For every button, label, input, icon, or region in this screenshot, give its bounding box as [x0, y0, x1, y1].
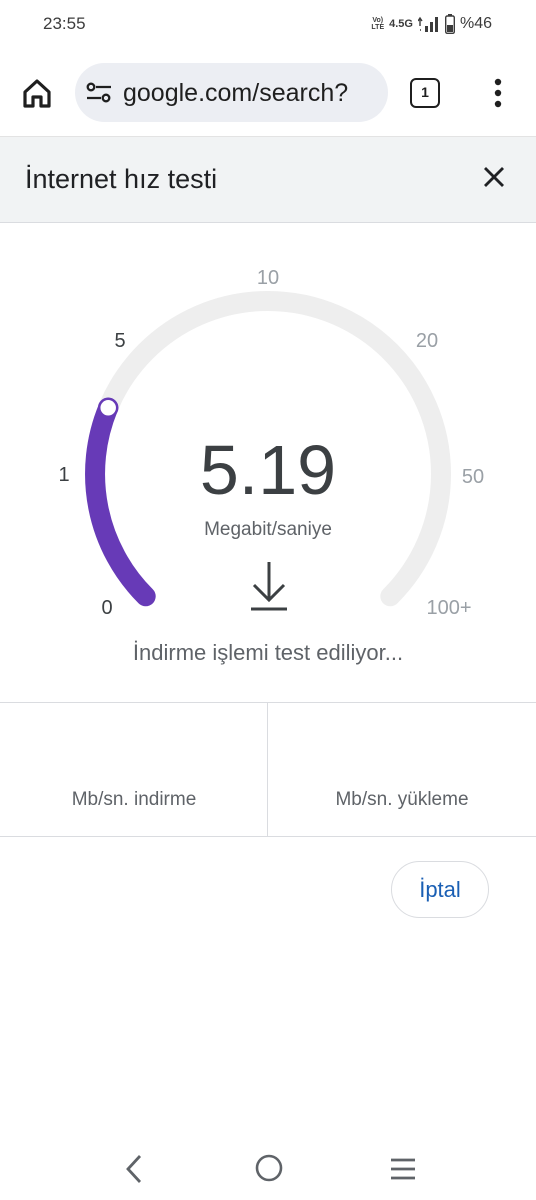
results-panel: Mb/sn. indirme Mb/sn. yükleme	[0, 702, 536, 837]
network-type: 4.5G	[389, 18, 413, 30]
results-divider	[267, 703, 268, 836]
gauge-tick: 5	[114, 330, 125, 352]
recent-apps-icon[interactable]	[387, 1154, 419, 1184]
close-icon[interactable]	[478, 161, 510, 193]
home-icon[interactable]	[20, 76, 54, 110]
tune-icon[interactable]	[86, 81, 112, 105]
status-icons: Vo) LTE 4.5G %46	[371, 14, 492, 34]
battery-icon	[444, 14, 455, 34]
status-bar: 23:55 Vo) LTE 4.5G %46	[0, 0, 536, 50]
url-text[interactable]: google.com/search?	[123, 79, 348, 108]
gauge-knob	[97, 397, 119, 419]
back-icon[interactable]	[122, 1152, 146, 1186]
status-time: 23:55	[43, 14, 86, 33]
speed-test-header: İnternet hız testi	[0, 137, 536, 223]
gauge-tick: 0	[101, 597, 112, 619]
cancel-button[interactable]: İptal	[391, 861, 489, 918]
gauge-tick: 100+	[426, 597, 471, 619]
browser-toolbar: google.com/search? 1	[0, 50, 536, 137]
volte-line1: Vo)	[372, 17, 384, 24]
system-nav-bar	[0, 1140, 536, 1200]
tab-switcher-button[interactable]: 1	[410, 78, 440, 108]
volte-line2: LTE	[371, 24, 385, 31]
test-status-message: İndirme işlemi test ediliyor...	[132, 640, 404, 665]
gauge-tick: 10	[257, 267, 279, 289]
more-vert-icon[interactable]	[484, 76, 512, 110]
circle-home-icon[interactable]	[253, 1152, 285, 1184]
battery-percent: %46	[459, 15, 492, 32]
panel-title: İnternet hız testi	[25, 164, 218, 194]
speed-unit: Megabit/saniye	[204, 519, 332, 540]
volte-indicator: Vo) LTE	[371, 17, 384, 31]
signal-icon	[417, 16, 438, 32]
download-arrow-icon	[251, 562, 287, 611]
gauge-tick: 20	[416, 330, 438, 352]
speed-value: 5.19	[199, 431, 337, 509]
download-label: Mb/sn. indirme	[71, 789, 197, 810]
upload-label: Mb/sn. yükleme	[335, 789, 469, 810]
address-bar[interactable]: google.com/search?	[75, 63, 388, 122]
